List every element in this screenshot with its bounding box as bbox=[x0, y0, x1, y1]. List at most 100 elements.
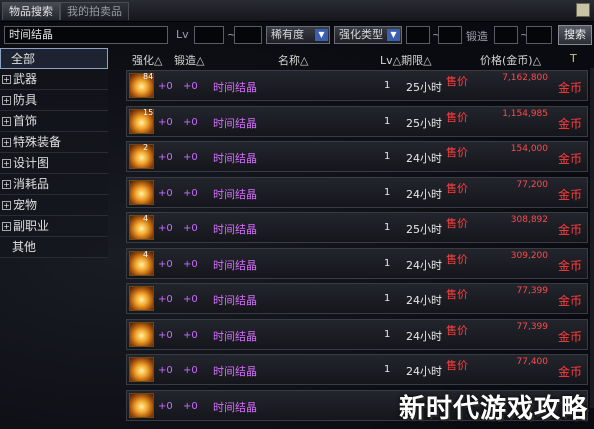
price-value: 309,200 bbox=[510, 250, 548, 261]
category-accessory[interactable]: + 首饰 bbox=[0, 111, 108, 132]
category-sub-job[interactable]: + 副职业 bbox=[0, 216, 108, 237]
item-name: 时间结晶 bbox=[213, 258, 257, 272]
lv-max-field[interactable] bbox=[234, 26, 262, 44]
search-input[interactable]: 时间结晶 bbox=[4, 26, 168, 44]
expand-icon[interactable]: + bbox=[2, 180, 11, 189]
upgrade-min-field[interactable] bbox=[406, 26, 430, 44]
results-table: 强化△ 锻造△ 名称△ Lv△期限△ 价格(金币)△ T 84 +0 +0 时间结晶 1… bbox=[126, 50, 588, 423]
category-armor[interactable]: + 防具 bbox=[0, 90, 108, 111]
search-button[interactable]: 搜索 bbox=[558, 25, 592, 45]
chevron-down-icon: ▼ bbox=[387, 29, 400, 41]
upgrade-value: +0 bbox=[158, 116, 173, 128]
duration-value: 25小时 bbox=[406, 81, 442, 94]
time-crystal-icon[interactable] bbox=[129, 144, 154, 169]
forge-value: +0 bbox=[183, 116, 198, 128]
upgrade-value: +0 bbox=[158, 365, 173, 376]
category-consumable[interactable]: + 消耗品 bbox=[0, 174, 108, 195]
currency-label: 金币 bbox=[557, 258, 582, 273]
col-name[interactable]: 名称△ bbox=[278, 52, 308, 68]
level-value: 1 bbox=[384, 186, 391, 198]
upgrade-max-field[interactable] bbox=[438, 26, 462, 44]
forge-min-field[interactable] bbox=[494, 26, 518, 44]
time-crystal-icon[interactable] bbox=[129, 179, 154, 205]
stack-quantity: 84 bbox=[143, 72, 154, 81]
category-pet[interactable]: + 宠物 bbox=[0, 195, 108, 216]
category-label: 全部 bbox=[11, 52, 36, 66]
table-row[interactable]: 15 +0 +0 时间结晶 1 25小时 售价 1,154,985 金币 bbox=[126, 104, 588, 140]
table-row[interactable]: +0 +0 时间结晶 1 24小时 售价 77,200 金币 bbox=[126, 175, 588, 211]
level-value: 1 bbox=[384, 293, 391, 304]
window-icon[interactable] bbox=[576, 3, 590, 17]
col-price[interactable]: 价格(金币)△ bbox=[480, 52, 541, 68]
currency-label: 金币 bbox=[557, 365, 582, 379]
sell-price-label: 售价 bbox=[446, 181, 468, 195]
duration-value: 24小时 bbox=[406, 152, 442, 165]
lv-min-field[interactable] bbox=[194, 26, 224, 44]
col-forge[interactable]: 锻造△ bbox=[174, 52, 204, 68]
time-crystal-icon[interactable] bbox=[129, 250, 154, 276]
forge-value: +0 bbox=[183, 365, 198, 376]
category-label: 首饰 bbox=[13, 114, 38, 128]
category-label: 防具 bbox=[13, 93, 38, 107]
sell-price-label: 售价 bbox=[446, 288, 468, 301]
currency-label: 金币 bbox=[557, 116, 582, 131]
item-name: 时间结晶 bbox=[213, 329, 257, 343]
category-weapon[interactable]: + 武器 bbox=[0, 69, 108, 90]
expand-icon[interactable]: + bbox=[2, 75, 11, 84]
level-value: 1 bbox=[384, 151, 391, 162]
category-label: 副职业 bbox=[13, 219, 50, 233]
time-crystal-icon[interactable] bbox=[129, 392, 154, 418]
forge-value: +0 bbox=[183, 329, 198, 341]
table-body: 84 +0 +0 时间结晶 1 25小时 售价 7,162,800 金币 15 +0 +0 时间结晶 1 2… bbox=[126, 68, 588, 423]
expand-icon[interactable]: + bbox=[2, 222, 11, 231]
expand-icon[interactable]: + bbox=[2, 201, 11, 210]
forge-max-field[interactable] bbox=[526, 26, 552, 44]
table-row[interactable]: +0 +0 时间结晶 1 24小时 售价 77,399 金币 bbox=[126, 317, 588, 353]
currency-label: 金币 bbox=[557, 223, 582, 237]
expand-icon[interactable]: + bbox=[2, 138, 11, 147]
time-crystal-icon[interactable] bbox=[129, 286, 154, 311]
category-blueprint[interactable]: + 设计图 bbox=[0, 153, 108, 174]
watermark: 新时代游戏攻略 bbox=[398, 394, 588, 424]
col-upgrade[interactable]: 强化△ bbox=[132, 52, 162, 68]
level-value: 1 bbox=[384, 257, 391, 269]
duration-value: 25小时 bbox=[406, 223, 442, 236]
price-value: 308,892 bbox=[510, 215, 548, 225]
price-value: 77,200 bbox=[516, 179, 549, 190]
tab-my-auctions[interactable]: 我的拍卖品 bbox=[60, 2, 129, 20]
tab-bar: 物品搜索 我的拍卖品 bbox=[0, 0, 594, 22]
stack-quantity: 4 bbox=[143, 214, 149, 223]
table-row[interactable]: 84 +0 +0 时间结晶 1 25小时 售价 7,162,800 金币 bbox=[126, 68, 588, 104]
scrollbar[interactable] bbox=[590, 68, 594, 408]
category-other[interactable]: 其他 bbox=[0, 237, 108, 258]
category-special-equipment[interactable]: + 特殊装备 bbox=[0, 132, 108, 153]
item-name: 时间结晶 bbox=[213, 223, 257, 236]
item-name: 时间结晶 bbox=[213, 152, 257, 165]
tab-item-search[interactable]: 物品搜索 bbox=[2, 2, 60, 20]
category-all[interactable]: 全部 bbox=[0, 48, 108, 69]
filter-bar: 时间结晶 Lv ~ 稀有度 ▼ 强化类型 ▼ ~ 锻造 ~ 搜索 bbox=[0, 24, 594, 46]
expand-icon[interactable]: + bbox=[2, 159, 11, 168]
table-row[interactable]: 2 +0 +0 时间结晶 1 24小时 售价 154,000 金币 bbox=[126, 139, 588, 175]
expand-icon[interactable]: + bbox=[2, 117, 11, 126]
rarity-select[interactable]: 稀有度 ▼ bbox=[266, 26, 330, 44]
item-name: 时间结晶 bbox=[213, 116, 257, 130]
stack-quantity: 4 bbox=[143, 249, 149, 259]
time-crystal-icon[interactable] bbox=[129, 215, 154, 240]
table-row[interactable]: 4 +0 +0 时间结晶 1 24小时 售价 309,200 金币 bbox=[126, 246, 588, 282]
category-label: 设计图 bbox=[13, 156, 50, 170]
table-row[interactable]: +0 +0 时间结晶 1 24小时 售价 77,399 金币 bbox=[126, 281, 588, 317]
col-lv-duration[interactable]: Lv△期限△ bbox=[380, 52, 432, 68]
sell-price-label: 售价 bbox=[446, 110, 468, 124]
table-row[interactable]: +0 +0 时间结晶 1 24小时 售价 77,400 金币 bbox=[126, 352, 588, 388]
sell-price-label: 售价 bbox=[446, 252, 468, 266]
upgrade-type-select[interactable]: 强化类型 ▼ bbox=[334, 26, 402, 44]
time-crystal-icon[interactable] bbox=[129, 357, 154, 382]
table-row[interactable]: 4 +0 +0 时间结晶 1 25小时 售价 308,892 金币 bbox=[126, 210, 588, 246]
hammer-icon[interactable]: T bbox=[570, 52, 577, 65]
currency-label: 金币 bbox=[557, 329, 582, 344]
time-crystal-icon[interactable] bbox=[129, 321, 154, 347]
upgrade-value: +0 bbox=[158, 329, 173, 341]
forge-value: +0 bbox=[183, 294, 198, 305]
expand-icon[interactable]: + bbox=[2, 96, 11, 105]
